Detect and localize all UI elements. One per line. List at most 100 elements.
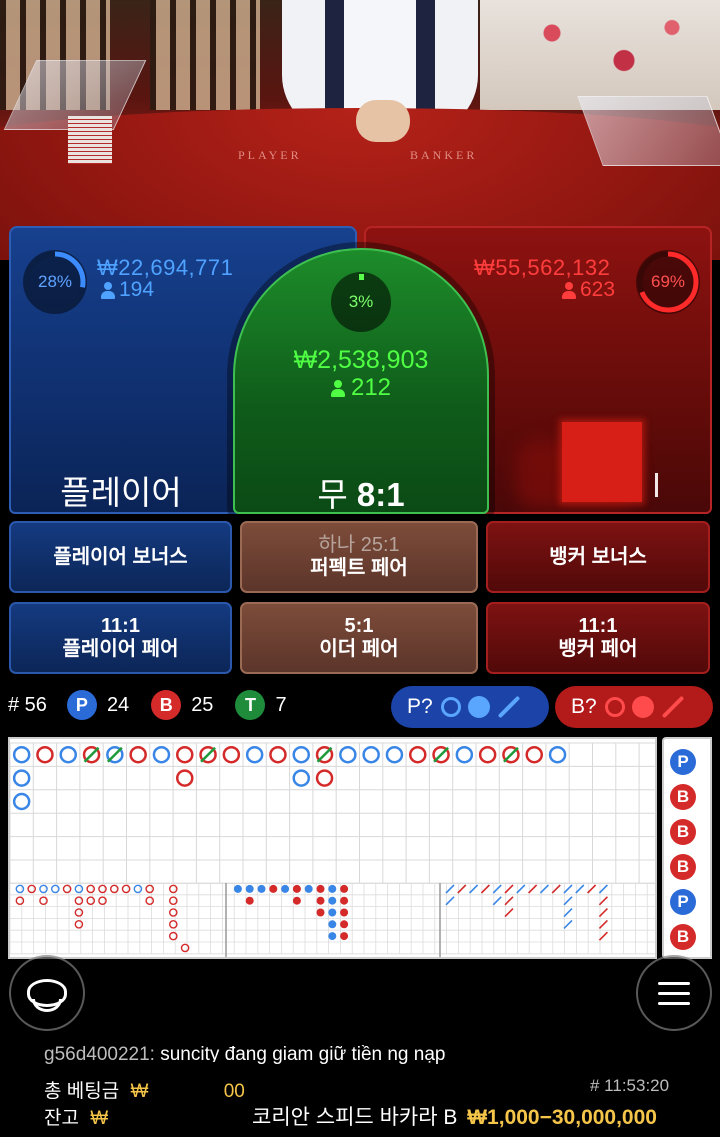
- tie-bettor-count: 212: [235, 374, 487, 402]
- player-bonus-button[interactable]: 플레이어 보너스: [9, 521, 232, 593]
- either-pair-button[interactable]: 5:1 이더 페어: [240, 602, 478, 674]
- player-predict-button[interactable]: P?: [391, 686, 549, 728]
- banker-percent: 69%: [650, 272, 686, 291]
- banker-bettor-count: 623: [562, 278, 615, 302]
- cockroach-marker: [528, 884, 538, 894]
- person-icon: [562, 281, 576, 299]
- player-win-marker: [12, 792, 31, 811]
- bead-banker-icon: B: [670, 854, 696, 880]
- big-eye-marker: [168, 896, 178, 905]
- big-eye-marker: [145, 884, 154, 894]
- dealer-hands: [356, 100, 410, 142]
- big-eye-marker: [86, 896, 95, 905]
- cockroach-marker: [551, 884, 561, 894]
- perfect-pair-button[interactable]: 하나 25:1 퍼펙트 페어: [240, 521, 478, 593]
- banker-win-marker: [409, 745, 427, 764]
- chat-username: g56d400221:: [44, 1044, 155, 1065]
- small-road-marker: [316, 884, 325, 893]
- big-eye-marker: [168, 919, 178, 929]
- hollow-circle-icon: [604, 697, 625, 717]
- perfect-pair-label: 퍼펙트 페어: [310, 557, 408, 579]
- big-eye-marker: [121, 884, 131, 894]
- perfect-pair-odds: 하나 25:1: [318, 534, 400, 556]
- big-eye-marker: [15, 896, 25, 905]
- player-percent-ring: 28%: [23, 250, 87, 314]
- big-eye-marker: [74, 908, 84, 917]
- tie-percent: 3%: [348, 292, 374, 311]
- small-road-marker: [245, 884, 254, 893]
- banker-win-marker: [222, 745, 241, 764]
- tie-label: 무 8:1: [235, 468, 487, 516]
- tie-odds: 8:1: [356, 476, 405, 513]
- round-count: # 56: [8, 693, 47, 716]
- small-road-marker: [340, 896, 349, 905]
- banker-pair-button[interactable]: 11:1 뱅커 페어: [486, 602, 710, 674]
- big-eye-marker: [15, 884, 25, 894]
- hamburger-icon: [658, 981, 690, 1005]
- big-eye-marker: [110, 884, 119, 894]
- player-pair-label: 플레이어 페어: [62, 638, 179, 660]
- small-road-marker: [328, 908, 337, 917]
- slash-icon: [497, 695, 521, 719]
- table-name: 코리안 스피드 바카라 B: [252, 1106, 458, 1129]
- small-road-marker: [340, 908, 349, 917]
- banker-win-marker: [478, 745, 497, 764]
- banker-win-count: 25: [191, 693, 214, 716]
- small-road-marker: [304, 884, 313, 893]
- banker-win-marker: [129, 745, 147, 764]
- player-win-icon: P: [66, 690, 97, 720]
- banker-win-marker: [269, 745, 287, 764]
- cockroach-marker: [598, 884, 608, 894]
- banker-label-fragment: [655, 473, 658, 497]
- either-pair-odds: 5:1: [344, 615, 374, 637]
- banker-predict-label: B?: [571, 695, 597, 718]
- big-eye-marker: [168, 931, 178, 941]
- cockroach-marker: [445, 896, 455, 906]
- table-info: 코리안 스피드 바카라 B ₩1,000−30,000,000: [252, 1101, 657, 1131]
- bet-limits: ₩1,000−30,000,000: [467, 1106, 657, 1129]
- balance-value: ₩: [90, 1108, 109, 1129]
- small-road-marker: [328, 896, 337, 905]
- bead-banker-icon: B: [670, 819, 696, 845]
- big-eye-marker: [98, 896, 107, 905]
- small-road-marker: [257, 884, 266, 893]
- tie-count: 7: [275, 693, 287, 716]
- player-pair-odds: 11:1: [101, 615, 140, 637]
- filled-circle-icon: [467, 696, 490, 718]
- cockroach-marker: [598, 896, 608, 906]
- cockroach-marker: [563, 896, 573, 906]
- big-eye-marker: [27, 884, 37, 894]
- bead-player-icon: P: [670, 889, 696, 915]
- player-win-marker: [12, 745, 31, 764]
- small-road-marker: [340, 884, 349, 893]
- banker-bonus-label: 뱅커 보너스: [549, 545, 647, 568]
- banker-win-marker: [315, 769, 334, 787]
- player-win-marker: [548, 745, 567, 764]
- player-bettor-count: 194: [101, 278, 154, 302]
- banker-predict-button[interactable]: B?: [555, 686, 713, 728]
- player-pair-button[interactable]: 11:1 플레이어 페어: [9, 602, 232, 674]
- small-road-marker: [269, 884, 278, 893]
- small-road-marker: [245, 896, 254, 905]
- banker-bonus-button[interactable]: 뱅커 보너스: [486, 521, 710, 593]
- big-eye-marker: [145, 896, 154, 905]
- cockroach-marker: [563, 884, 573, 894]
- cockroach-marker: [504, 908, 514, 918]
- either-pair-label: 이더 페어: [319, 638, 399, 660]
- menu-button[interactable]: [636, 955, 712, 1031]
- tie-bet-area[interactable]: 3% ₩2,538,903 212 무 8:1: [233, 248, 489, 514]
- small-road-marker: [340, 920, 349, 929]
- total-bet-value: 00: [223, 1081, 245, 1102]
- small-road-marker: [316, 908, 325, 917]
- tie-icon: T: [235, 690, 266, 720]
- player-bonus-label: 플레이어 보너스: [53, 545, 188, 568]
- big-eye-marker: [168, 908, 178, 917]
- player-win-marker: [12, 769, 31, 787]
- scoreboard-roadmap[interactable]: [8, 737, 657, 959]
- balance-row: 잔고 ₩: [44, 1103, 108, 1130]
- hollow-circle-icon: [440, 697, 461, 717]
- chip-tray-button[interactable]: [9, 955, 85, 1031]
- cockroach-marker: [563, 908, 573, 918]
- big-eye-marker: [168, 884, 178, 894]
- banker-win-marker: [36, 745, 54, 764]
